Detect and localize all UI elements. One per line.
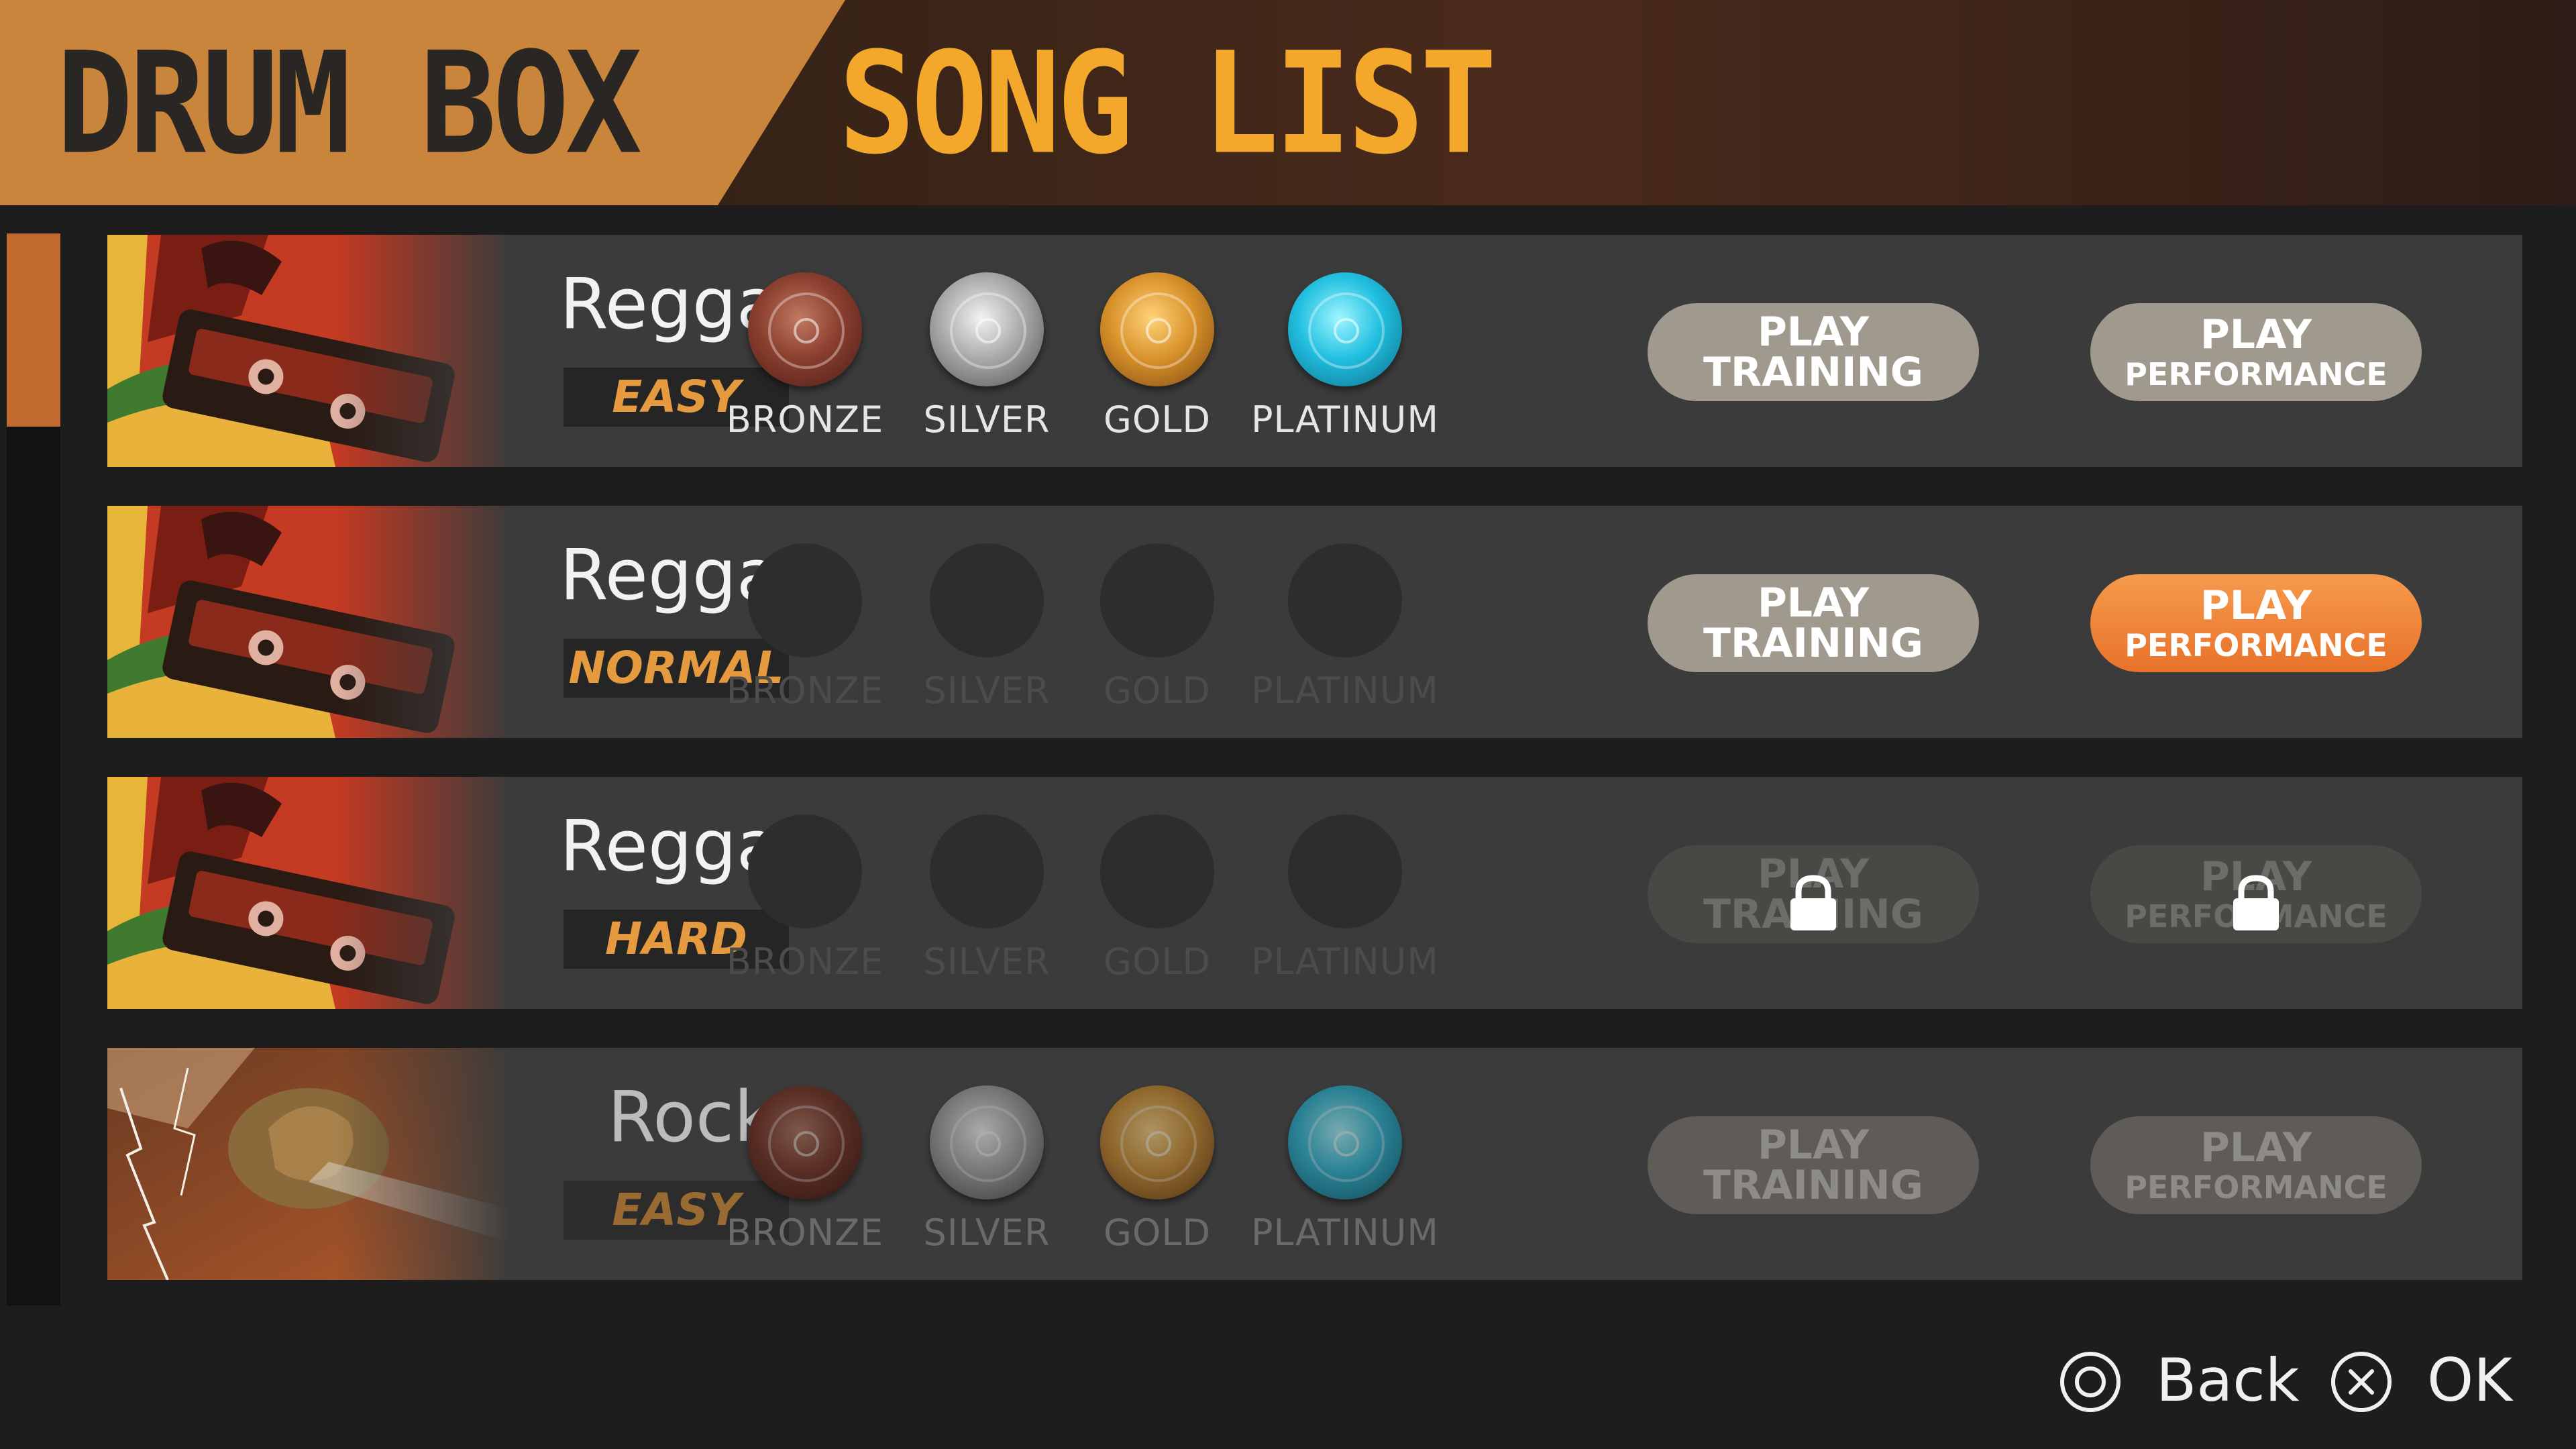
play-performance-button[interactable]: PLAY PERFORMANCE <box>2090 1116 2422 1214</box>
back-label[interactable]: Back <box>2156 1347 2300 1414</box>
medal-silver-icon <box>930 543 1044 657</box>
medal-gold-icon <box>1100 272 1214 386</box>
medal-bronze-icon <box>748 543 862 657</box>
song-row[interactable]: Reggae NORMAL BRONZE SILVER GOLD PLATINUM PLAY… <box>107 506 2522 738</box>
play-training-button[interactable]: PLAY TRAINING <box>1648 303 1979 401</box>
scrollbar[interactable] <box>7 233 60 1305</box>
play-training-button: PLAYTRAINING <box>1648 845 1979 943</box>
medal-label: BRONZE <box>726 669 884 712</box>
medal-label: GOLD <box>1103 398 1211 441</box>
play-performance-button[interactable]: PLAY PERFORMANCE <box>2090 574 2422 672</box>
medal-platinum-icon <box>1288 272 1402 386</box>
header-bar: DRUM BOX SONG LIST <box>0 0 2576 205</box>
medal-platinum-icon <box>1288 1085 1402 1199</box>
medal-gold-icon <box>1100 543 1214 657</box>
medal-label: PLATINUM <box>1250 669 1440 712</box>
play-performance-button[interactable]: PLAY PERFORMANCE <box>2090 303 2422 401</box>
album-art <box>107 1048 510 1280</box>
button-line-2: PERFORMANCE <box>2125 1169 2387 1205</box>
album-art <box>107 235 510 467</box>
lock-icon <box>2233 875 2279 930</box>
button-line-2: PERFORMANCE <box>2125 627 2387 663</box>
medal-silver-icon <box>930 1085 1044 1199</box>
play-training-button[interactable]: PLAY TRAINING <box>1648 574 1979 672</box>
lock-icon <box>1790 875 1836 930</box>
song-row[interactable]: ReggaeHARDBRONZESILVERGOLDPLATINUMPLAYTR… <box>107 777 2522 1009</box>
medal-label: BRONZE <box>726 398 884 441</box>
play-training-button[interactable]: PLAY TRAINING <box>1648 1116 1979 1214</box>
brand-title: DRUM BOX <box>56 21 642 186</box>
art-fade <box>337 777 510 1009</box>
medal-label: GOLD <box>1103 941 1211 983</box>
art-fade <box>337 235 510 467</box>
medal-silver-icon <box>930 272 1044 386</box>
button-line-2: TRAINING <box>1703 349 1923 396</box>
button-line-1: PLAY <box>1757 1122 1870 1169</box>
medal-platinum-icon <box>1288 543 1402 657</box>
button-line-1: PLAY <box>2200 311 2312 358</box>
song-row[interactable]: Reggae EASY BRONZE SILVER GOLD PLATINUM PLAY TR… <box>107 235 2522 467</box>
button-line-2: TRAINING <box>1703 620 1923 667</box>
button-line-1: PLAY <box>2200 582 2312 629</box>
cross-button-icon[interactable] <box>2330 1351 2392 1413</box>
medal-bronze-icon <box>748 272 862 386</box>
medal-label: PLATINUM <box>1250 1212 1440 1254</box>
ok-label[interactable]: OK <box>2427 1347 2512 1414</box>
medal-gold-icon <box>1100 814 1214 928</box>
song-row[interactable]: Rock EASY BRONZE SILVER GOLD PLATINUM PLAY TRAI… <box>107 1048 2522 1280</box>
circle-button-icon[interactable] <box>2059 1351 2121 1413</box>
medal-platinum-icon <box>1288 814 1402 928</box>
medal-label: GOLD <box>1103 1212 1211 1254</box>
page-title: SONG LIST <box>839 21 1497 186</box>
button-line-1: PLAY <box>1757 309 1870 356</box>
footer-controls: Back OK <box>0 1328 2576 1449</box>
button-line-1: PLAY <box>2200 1124 2312 1171</box>
art-fade <box>337 506 510 738</box>
medal-bronze-icon <box>748 814 862 928</box>
medal-label: BRONZE <box>726 941 884 983</box>
play-performance-button: PLAYPERFORMANCE <box>2090 845 2422 943</box>
album-art <box>107 777 510 1009</box>
medal-bronze-icon <box>748 1085 862 1199</box>
art-fade <box>337 1048 510 1280</box>
medal-gold-icon <box>1100 1085 1214 1199</box>
medal-label: BRONZE <box>726 1212 884 1254</box>
medal-silver-icon <box>930 814 1044 928</box>
medal-label: PLATINUM <box>1250 398 1440 441</box>
scrollbar-thumb[interactable] <box>7 233 60 427</box>
album-art <box>107 506 510 738</box>
button-line-2: TRAINING <box>1703 1162 1923 1209</box>
medal-label: GOLD <box>1103 669 1211 712</box>
button-line-1: PLAY <box>1757 580 1870 627</box>
button-line-2: PERFORMANCE <box>2125 356 2387 392</box>
medal-label: PLATINUM <box>1250 941 1440 983</box>
